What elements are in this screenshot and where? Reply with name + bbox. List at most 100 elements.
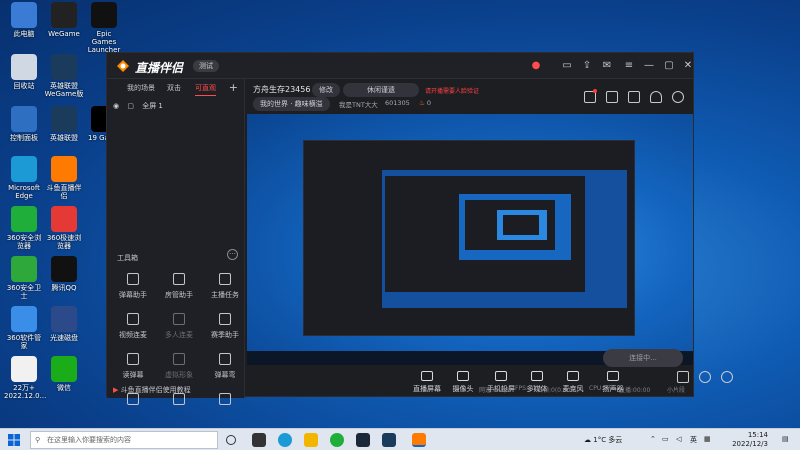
source-button[interactable]: 摄像头 — [443, 371, 483, 394]
folder-icon[interactable] — [304, 433, 318, 447]
tool-item[interactable]: 视频连麦 — [113, 313, 153, 340]
tool-item[interactable]: 读弹幕 — [113, 353, 153, 380]
desktop-icon-3[interactable]: 回收站 — [4, 54, 44, 90]
version-badge[interactable]: 测试 — [193, 60, 219, 72]
desktop-icon-4[interactable]: 英雄联盟 WeGame版 — [44, 54, 84, 98]
room-title: 方舟生存23456 — [253, 85, 311, 94]
weather-widget[interactable]: ☁ 1°C 多云 — [584, 435, 622, 445]
tray-chevron-icon[interactable]: ⌃ — [650, 435, 656, 443]
visibility-icon[interactable] — [699, 371, 711, 383]
settings-icon[interactable] — [721, 371, 733, 383]
scene-item[interactable]: ◉ ▢ 全屏 1 — [113, 101, 163, 111]
desktop-icon-7[interactable]: 英雄联盟 — [44, 106, 84, 142]
desktop-icon-2[interactable]: Epic Games Launcher — [84, 2, 124, 54]
tool-item[interactable] — [159, 393, 199, 410]
windows-start-icon[interactable] — [8, 434, 20, 446]
volume-icon[interactable]: ◁ — [676, 435, 681, 443]
search-icon: ⚲ — [35, 436, 41, 444]
tool-item[interactable]: 赛季助手 — [205, 313, 245, 340]
desktop-app-icon — [51, 206, 77, 232]
desktop-app-icon — [51, 256, 77, 282]
steam-icon[interactable] — [356, 433, 370, 447]
tool-item[interactable]: 主播任务 — [205, 273, 245, 300]
desktop-app-icon — [11, 54, 37, 80]
record-icon[interactable] — [677, 371, 689, 383]
upload-icon[interactable]: ⇪ — [580, 59, 594, 73]
desktop-icon-10[interactable]: 360安全浏览器 — [4, 206, 44, 250]
tool-item[interactable] — [205, 393, 245, 410]
desktop-icon-15[interactable]: 光速磁盘 — [44, 306, 84, 342]
likes-count: ♨ 0 — [419, 99, 432, 107]
add-scene-button[interactable]: + — [229, 81, 238, 94]
avatar-icon[interactable]: ● — [529, 59, 543, 73]
unlock-icon[interactable] — [606, 91, 618, 103]
desktop-icon-6[interactable]: 控制面板 — [4, 106, 44, 142]
tools-title: 工具箱 — [117, 254, 138, 262]
minimize-icon[interactable]: — — [642, 59, 656, 73]
source-icon — [495, 371, 507, 381]
close-icon[interactable]: ✕ — [681, 59, 695, 73]
tool-item[interactable]: 弹幕助手 — [113, 273, 153, 300]
live-preview[interactable] — [247, 114, 693, 365]
play-icon: ▶ — [113, 386, 119, 394]
tool-item[interactable]: 多人连麦 — [159, 313, 199, 340]
notification-icon[interactable]: ▤ — [782, 435, 789, 443]
tool-item[interactable]: 弹幕弯 — [205, 353, 245, 380]
mail-icon[interactable]: ✉ — [600, 59, 614, 73]
tab-visible[interactable]: 可直观 — [195, 83, 216, 96]
share-icon[interactable] — [672, 91, 684, 103]
app-logo-icon — [117, 60, 129, 72]
tool-item[interactable]: 虚拟形象 — [159, 353, 199, 380]
maximize-icon[interactable]: ▢ — [662, 59, 676, 73]
tab-my-scenes[interactable]: 我的场景 — [127, 83, 155, 93]
tool-label: 主播任务 — [211, 291, 239, 299]
scene-item-label: 全屏 1 — [142, 102, 163, 110]
game-category-pill[interactable]: 我的世界 · 趣味横溢 — [253, 97, 330, 111]
desktop-icon-11[interactable]: 360极速浏览器 — [44, 206, 84, 250]
desktop-icon-0[interactable]: 此电脑 — [4, 2, 44, 38]
task-view-icon[interactable] — [226, 435, 236, 445]
desktop-icon-1[interactable]: WeGame — [44, 2, 84, 38]
desktop-icon-16[interactable]: 22万+ 2022.12.0... — [4, 356, 46, 400]
more-tools-button[interactable]: ··· — [227, 249, 238, 260]
edge-icon[interactable] — [278, 433, 292, 447]
tool-icon — [219, 353, 231, 365]
desktop-app-icon — [11, 256, 37, 282]
desktop-icon-12[interactable]: 360安全卫士 — [4, 256, 44, 300]
desktop-icon-14[interactable]: 360软件管家 — [4, 306, 44, 350]
layout-icon[interactable] — [628, 91, 640, 103]
tutorial-link[interactable]: ▶ 斗鱼直播伴侣使用教程 — [113, 385, 191, 395]
source-icon — [607, 371, 619, 381]
desktop-icon-17[interactable]: 微信 — [44, 356, 84, 392]
desktop-icon-label: 360安全卫士 — [6, 284, 42, 300]
desktop-icon-13[interactable]: 腾讯QQ — [44, 256, 84, 292]
input-language[interactable]: 英 — [690, 435, 697, 445]
eye-icon[interactable]: ◉ — [113, 102, 119, 110]
league-icon[interactable] — [382, 433, 396, 447]
clock[interactable]: 15:14 2022/12/3 — [732, 431, 768, 449]
desktop-icon-9[interactable]: 斗鱼直播伴侣 — [44, 156, 84, 200]
tab-double-click[interactable]: 双击 — [167, 83, 181, 93]
user-name: 我是TNT大大 — [339, 101, 378, 109]
bell-icon[interactable] — [650, 91, 662, 103]
edit-title-button[interactable]: 修改 — [312, 83, 340, 97]
desktop-icon-8[interactable]: Microsoft Edge — [4, 156, 44, 200]
desktop-icon-label: 光速磁盘 — [50, 334, 78, 342]
network-icon[interactable]: ▭ — [662, 435, 669, 443]
douyu-companion-icon[interactable] — [412, 433, 426, 447]
tool-item[interactable] — [113, 393, 153, 410]
taskbar-search[interactable]: ⚲ 在这里输入你要搜索的内容 — [30, 431, 218, 449]
lock-icon[interactable]: ▢ — [127, 102, 134, 110]
input-method-icon[interactable]: ▦ — [704, 435, 711, 443]
start-live-button[interactable]: 连接中... — [603, 349, 683, 367]
tool-item[interactable]: 房管助手 — [159, 273, 199, 300]
360-browser-icon[interactable] — [330, 433, 344, 447]
category-select[interactable]: 休闲谨遗 — [343, 83, 419, 97]
message-icon[interactable]: ▭ — [560, 59, 574, 73]
file-explorer-icon[interactable] — [252, 433, 266, 447]
tool-label: 多人连麦 — [165, 331, 193, 339]
menu-icon[interactable]: ≡ — [622, 59, 636, 73]
source-button[interactable]: 直播屏幕 — [407, 371, 447, 394]
tool-icon — [127, 353, 139, 365]
tool-label: 弹幕助手 — [119, 291, 147, 299]
